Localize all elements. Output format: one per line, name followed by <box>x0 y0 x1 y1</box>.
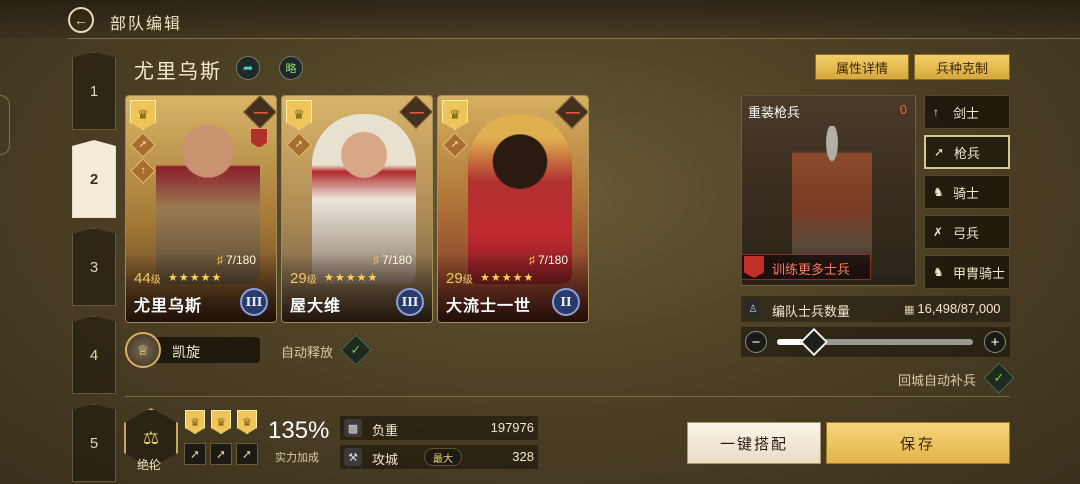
tier-badge: III <box>396 288 424 316</box>
attribute-details-button[interactable]: 属性详情 <box>815 54 909 80</box>
bow-icon: ✗ <box>933 225 944 239</box>
auto-release-label: 自动释放 <box>281 345 334 360</box>
auto-replenish-label: 回城自动补兵 <box>898 373 977 388</box>
troops-value-text: 16,498/87,000 <box>917 301 1001 316</box>
one-click-equip-button[interactable]: 一键搭配 <box>687 422 821 464</box>
ledger-icon: ▦ <box>904 304 915 316</box>
unit-type-label: 剑士 <box>953 105 980 121</box>
spear-icon: ➚ <box>236 443 258 465</box>
increase-button[interactable]: + <box>984 331 1006 353</box>
sword-icon: ↑ <box>933 105 939 119</box>
tier-badge: III <box>240 288 268 316</box>
lion-emblem-icon: ♛ <box>211 410 231 434</box>
tab-squad-2[interactable]: 2 <box>72 140 116 218</box>
hero-card-2[interactable]: ♛ ➚ — ♯ 7/180 29级 ★★★★★ 屋大维 III <box>281 95 433 323</box>
potential-value: 7/180 <box>381 253 412 267</box>
skill-bar[interactable] <box>150 337 260 363</box>
potential-value: 7/180 <box>225 253 256 267</box>
tab-squad-5[interactable]: 5 <box>72 404 116 482</box>
unit-counter-button[interactable]: 兵种克制 <box>914 54 1010 80</box>
hero-name: 大流士一世 <box>446 298 532 315</box>
load-value: 197976 <box>490 420 534 435</box>
tab-squad-3[interactable]: 3 <box>72 228 116 306</box>
helmet-icon: ♙ <box>745 300 761 318</box>
potential-value: 7/180 <box>537 253 568 267</box>
soldier-image <box>792 126 872 266</box>
hero-stars: ★★★★★ <box>324 272 379 284</box>
unit-type-label: 弓兵 <box>953 225 980 241</box>
skill-portrait-icon[interactable]: ♕ <box>125 332 161 368</box>
hero-level: 44级 <box>134 270 161 287</box>
unit-type-label: 枪兵 <box>954 145 981 161</box>
unit-type-knight[interactable]: ♞ 骑士 <box>924 175 1010 209</box>
decrease-button[interactable]: − <box>745 331 767 353</box>
tab-squad-4[interactable]: 4 <box>72 316 116 394</box>
load-icon: ▩ <box>344 419 362 437</box>
squad-name: 尤里乌斯 <box>134 61 222 83</box>
potential-count: ♯ 7/180 <box>529 253 568 267</box>
siege-icon: ⚒ <box>344 448 362 466</box>
divider <box>125 396 1010 397</box>
level-number: 29 <box>290 270 307 287</box>
horse-icon: ♞ <box>933 265 944 279</box>
hero-card-3[interactable]: ♛ ➚ — ♯ 7/180 29级 ★★★★★ 大流士一世 II <box>437 95 589 323</box>
level-unit: 级 <box>306 275 317 286</box>
level-unit: 级 <box>150 275 161 286</box>
hero-level: 29级 <box>446 270 473 287</box>
power-bonus-label: 实力加成 <box>275 452 319 464</box>
lion-emblem-icon: ♛ <box>185 410 205 434</box>
unit-type-cataphract[interactable]: ♞ 甲胄骑士 <box>924 255 1010 289</box>
hero-card-1[interactable]: ♛ ➚ ↑ — ♯ 7/180 44级 ★★★★★ 尤里乌斯 III <box>125 95 277 323</box>
hero-stars: ★★★★★ <box>480 272 535 284</box>
lion-emblem-icon: ♛ <box>237 410 257 434</box>
unit-type-archer[interactable]: ✗ 弓兵 <box>924 215 1010 249</box>
flask-icon: ♯ <box>216 253 223 267</box>
page-title: 部队编辑 <box>110 16 183 33</box>
train-more-label: 训练更多士兵 <box>772 262 851 277</box>
hero-name: 尤里乌斯 <box>134 298 203 315</box>
flask-icon: ♯ <box>372 253 379 267</box>
tier-badge: II <box>552 288 580 316</box>
potential-count: ♯ 7/180 <box>373 253 412 267</box>
unit-count: 0 <box>899 102 907 117</box>
horse-icon: ♞ <box>933 185 944 199</box>
divider <box>68 38 1080 39</box>
spear-icon: ➚ <box>934 145 945 159</box>
unit-type-label: 骑士 <box>953 185 980 201</box>
troops-label: 编队士兵数量 <box>772 304 851 319</box>
side-edge-handle[interactable] <box>0 95 10 155</box>
level-number: 44 <box>134 270 151 287</box>
load-label: 负重 <box>372 423 399 438</box>
level-number: 29 <box>446 270 463 287</box>
strategy-button[interactable]: 略 <box>279 56 303 80</box>
max-badge: 最大 <box>424 448 462 466</box>
save-button[interactable]: 保存 <box>826 422 1010 464</box>
spear-icon: ➚ <box>184 443 206 465</box>
spear-icon: ➚ <box>210 443 232 465</box>
flask-icon: ♯ <box>528 253 535 267</box>
unit-type-spearman[interactable]: ➚ 枪兵 <box>924 135 1010 169</box>
unit-type-label: 甲胄骑士 <box>953 265 1006 281</box>
auto-replenish-checkbox[interactable]: ✓ <box>983 362 1015 394</box>
skill-name: 凯旋 <box>172 344 200 360</box>
power-bonus-value: 135% <box>268 417 330 444</box>
formation-name: 绝伦 <box>137 458 162 472</box>
siege-label: 攻城 <box>372 452 399 467</box>
siege-value: 328 <box>512 449 534 464</box>
tab-squad-1[interactable]: 1 <box>72 52 116 130</box>
unit-title: 重装枪兵 <box>748 105 801 120</box>
hero-stars: ★★★★★ <box>168 272 223 284</box>
potential-count: ♯ 7/180 <box>217 253 256 267</box>
unit-type-swordsman[interactable]: ↑ 剑士 <box>924 95 1010 129</box>
hero-name: 屋大维 <box>290 298 342 315</box>
troops-value: ▦ 16,498/87,000 <box>904 301 1001 316</box>
hero-level: 29级 <box>290 270 317 287</box>
auto-release-checkbox[interactable]: ✓ <box>340 334 372 366</box>
back-arrow-icon[interactable]: ← <box>68 7 94 33</box>
share-icon[interactable]: ➦ <box>236 56 260 80</box>
level-unit: 级 <box>462 275 473 286</box>
